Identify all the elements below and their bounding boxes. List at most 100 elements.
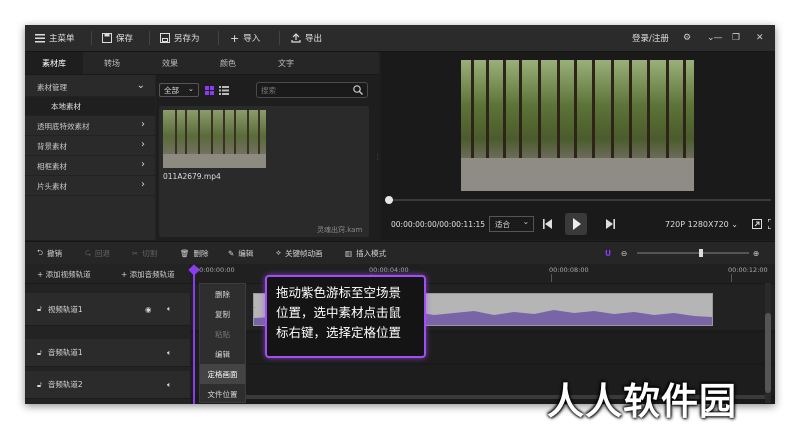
sidebar-item-background[interactable]: 背景素材 › <box>25 137 155 156</box>
track-row-audio1[interactable]: 🔓︎ 音频轨道1 🔈︎ <box>25 339 190 367</box>
tab-material[interactable]: 素材库 <box>25 52 83 74</box>
zoom-out-button[interactable]: ⊖ <box>621 242 627 264</box>
cut-label: 切割 <box>142 248 158 258</box>
fit-select[interactable]: 适合 ⌄ <box>489 216 534 232</box>
main-menu-label: 主菜单 <box>49 34 75 44</box>
material-sidebar: 素材管理 ⌄ 本地素材 透明底特效素材 › 背景素材 › 相框素材 › 片头素材… <box>25 75 155 240</box>
site-watermark: 人人软件园 <box>547 380 737 423</box>
top-menu-bar: 主菜单 保存 另存为 + 导入 导出 登录/注册 ⚙ ⌄ — ❐ ✕ <box>25 25 775 52</box>
close-button[interactable]: ✕ <box>756 25 764 51</box>
track-name: 音频轨道1 <box>47 348 83 357</box>
lock-icon[interactable]: 🔓︎ <box>37 380 42 390</box>
keyframe-label: 关键帧动画 <box>284 248 323 258</box>
lock-icon[interactable]: 🔓︎ <box>37 304 42 314</box>
menu-item-edit[interactable]: 编辑 <box>200 344 245 364</box>
filter-select[interactable]: 全部 ⌄ <box>159 83 199 97</box>
magnet-icon: U <box>605 248 612 258</box>
vertical-scrollbar[interactable] <box>765 283 771 403</box>
save-icon <box>102 33 112 43</box>
redo-label: 回退 <box>95 248 111 258</box>
add-audio-track-button[interactable]: + 添加音频轨道 <box>121 269 175 280</box>
menu-item-copy[interactable]: 复制 <box>200 304 245 324</box>
save-label: 保存 <box>116 34 134 44</box>
menu-item-paste[interactable]: 粘贴 <box>200 324 245 344</box>
play-button[interactable] <box>565 213 587 235</box>
zoom-slider-handle[interactable] <box>699 249 703 257</box>
seek-handle[interactable] <box>385 196 393 204</box>
plus-icon: + <box>230 31 240 45</box>
settings-button[interactable]: ⚙ <box>683 25 691 51</box>
list-view-icon[interactable] <box>219 86 229 95</box>
tab-transition[interactable]: 转场 <box>83 52 141 74</box>
sidebar-item-intro[interactable]: 片头素材 › <box>25 177 155 196</box>
resolution-value: 720P 1280X720 <box>665 220 729 229</box>
sidebar-item-material-manage[interactable]: 素材管理 ⌄ <box>25 78 155 97</box>
resolution-select[interactable]: 720P 1280X720 ⌄ <box>665 220 738 229</box>
library-tabs: 素材库 转场 效果 颜色 文字 <box>25 52 379 75</box>
menu-item-file-location[interactable]: 文件位置 <box>200 384 245 404</box>
play-icon <box>573 218 581 230</box>
preview-panel: 00:00:00:00/00:00:11:15 适合 ⌄ 720P 1280X7… <box>381 52 775 240</box>
cut-button[interactable]: ✂ 切割 <box>132 242 157 264</box>
media-item[interactable]: 011A2679.mp4 灵魂出窍.kam <box>159 106 369 237</box>
add-video-track-button[interactable]: + 添加视频轨道 <box>37 269 91 280</box>
save-as-label: 另存为 <box>174 34 200 44</box>
scroll-thumb[interactable] <box>765 313 771 393</box>
watermark-label: 灵魂出窍.kam <box>317 226 363 234</box>
next-frame-icon[interactable] <box>605 219 615 229</box>
keyframe-button[interactable]: ⟡ 关键帧动画 <box>276 242 322 264</box>
sidebar-item-local[interactable]: 本地素材 <box>25 97 155 116</box>
save-button[interactable]: 保存 <box>102 25 133 51</box>
search-icon[interactable] <box>353 85 363 95</box>
edit-button[interactable]: ✎ 编辑 <box>228 242 253 264</box>
delete-button[interactable]: 🗑 删除 <box>180 242 209 264</box>
import-button[interactable]: + 导入 <box>230 25 260 51</box>
seek-bar[interactable] <box>385 196 771 204</box>
zoom-in-icon: ⊕ <box>753 248 760 258</box>
grid-view-icon[interactable] <box>205 86 214 95</box>
sidebar-item-transparent[interactable]: 透明底特效素材 › <box>25 117 155 136</box>
playhead[interactable] <box>188 264 200 404</box>
fullscreen-icon[interactable] <box>768 219 775 229</box>
popout-icon[interactable] <box>752 219 762 229</box>
speaker-icon[interactable]: 🔈︎ <box>167 380 172 390</box>
track-headers: + 添加视频轨道 + 添加音频轨道 🔓︎ 视频轨道1 ◉ 🔈︎ 🔓︎ 音频轨道1… <box>25 264 190 404</box>
undo-button[interactable]: ⮌ 撤销 <box>37 242 62 264</box>
timeline-toolbar: ⮌ 撤销 ⮎ 回退 ✂ 切割 🗑 删除 ✎ 编辑 ⟡ 关键帧动画 ▥ 插入模式 … <box>25 241 775 265</box>
tab-text[interactable]: 文字 <box>257 52 315 74</box>
save-as-button[interactable]: 另存为 <box>160 25 200 51</box>
media-thumbnail <box>163 110 266 168</box>
resize-handle[interactable]: ⋮ <box>374 153 381 167</box>
sidebar-item-label: 片头素材 <box>37 181 67 191</box>
login-link[interactable]: 登录/注册 <box>632 25 669 51</box>
magnet-button[interactable]: U <box>605 242 611 264</box>
sidebar-item-label: 本地素材 <box>51 101 81 111</box>
track-add-bar: + 添加视频轨道 + 添加音频轨道 <box>25 264 190 284</box>
import-label: 导入 <box>243 34 261 44</box>
export-button[interactable]: 导出 <box>291 25 322 51</box>
eye-icon[interactable]: ◉ <box>145 305 152 314</box>
speaker-icon[interactable]: 🔈︎ <box>167 348 172 358</box>
speaker-icon[interactable]: 🔈︎ <box>167 304 172 314</box>
sidebar-item-frame[interactable]: 相框素材 › <box>25 157 155 176</box>
lock-icon[interactable]: 🔓︎ <box>37 348 42 358</box>
prev-frame-icon[interactable] <box>543 219 553 229</box>
chevron-down-icon: ⌄ <box>522 217 529 226</box>
menu-item-freeze-frame[interactable]: 定格画面 <box>200 364 245 384</box>
chevron-down-icon: ⌄ <box>136 80 145 91</box>
track-row-video1[interactable]: 🔓︎ 视频轨道1 ◉ 🔈︎ <box>25 293 190 326</box>
tab-color[interactable]: 颜色 <box>199 52 257 74</box>
zoom-in-button[interactable]: ⊕ <box>753 242 759 264</box>
minimize-button[interactable]: — <box>711 25 725 51</box>
track-row-audio2[interactable]: 🔓︎ 音频轨道2 🔈︎ <box>25 371 190 399</box>
trash-icon: 🗑 <box>180 248 190 258</box>
insert-mode-button[interactable]: ▥ 插入模式 <box>345 242 386 264</box>
chevron-right-icon: › <box>141 179 145 190</box>
zoom-slider[interactable] <box>637 249 749 257</box>
main-menu-button[interactable]: 主菜单 <box>35 25 75 51</box>
menu-item-delete[interactable]: 删除 <box>200 284 245 304</box>
restore-button[interactable]: ❐ <box>732 25 740 51</box>
redo-button[interactable]: ⮎ 回退 <box>85 242 110 264</box>
tab-effects[interactable]: 效果 <box>141 52 199 74</box>
search-input[interactable] <box>261 84 349 96</box>
